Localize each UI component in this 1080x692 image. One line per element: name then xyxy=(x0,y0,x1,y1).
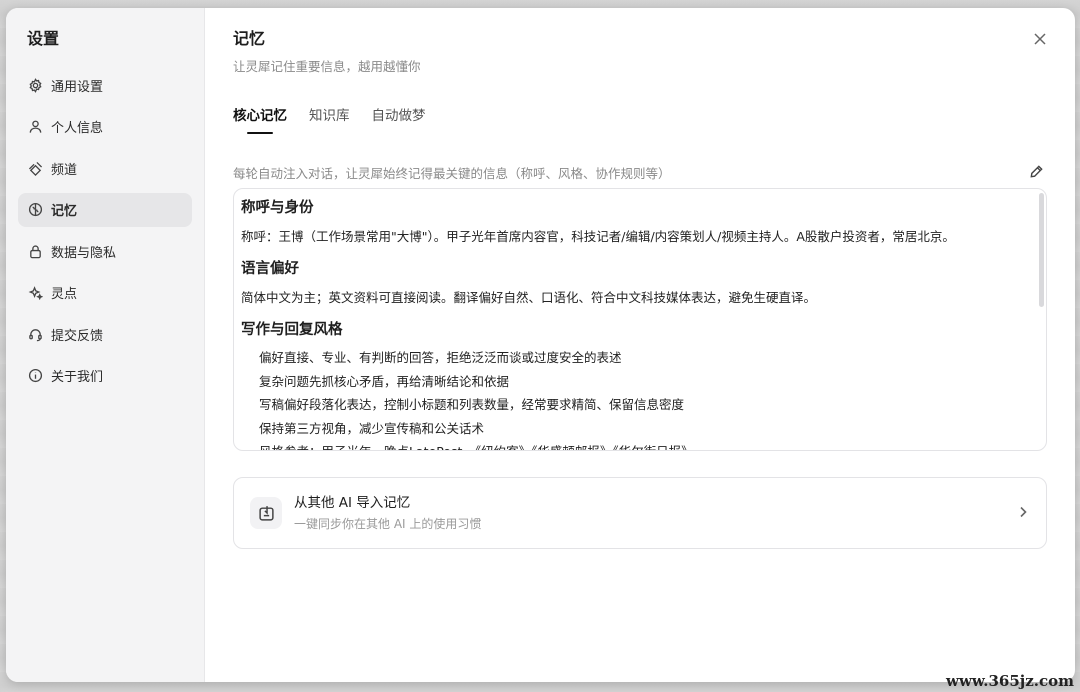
sidebar-item-label: 频道 xyxy=(51,162,78,178)
sidebar-item-label: 灵点 xyxy=(51,287,78,302)
memory-description: 每轮自动注入对话，让灵犀始终记得最关键的信息（称呼、风格、协作规则等） xyxy=(233,165,671,181)
info-icon xyxy=(27,368,43,384)
list-item: 写稿偏好段落化表达，控制小标题和列表数量，经常要求精简、保留信息密度 xyxy=(259,397,685,412)
list-item: 风格参考：甲子光年、晚点LatePost、《纽约客》《华盛顿邮报》《华尔街日报》 xyxy=(259,443,1032,450)
section-body-language: 简体中文为主；英文资料可直接阅读。翻译偏好自然、口语化、符合中文科技媒体表达，避… xyxy=(241,290,817,305)
sidebar-item-points[interactable]: 灵点 xyxy=(18,276,192,310)
page-title: 记忆 xyxy=(233,29,266,48)
gear-icon xyxy=(27,77,43,93)
memory-tabs: 核心记忆 知识库 自动做梦 xyxy=(233,106,1047,136)
sidebar-item-label: 通用设置 xyxy=(51,79,104,95)
import-icon xyxy=(250,497,282,529)
sidebar-item-label: 关于我们 xyxy=(51,370,104,385)
channel-icon xyxy=(27,160,43,176)
tab-knowledge-base[interactable]: 知识库 xyxy=(309,106,350,136)
sparkle-icon xyxy=(27,285,43,301)
import-title: 从其他 AI 导入记忆 xyxy=(294,495,411,511)
core-memory-content[interactable]: 称呼与身份 称呼：王博（工作场景常用"大博"）。甲子光年首席内容官，科技记者/编… xyxy=(233,188,1047,451)
sidebar-item-about[interactable]: 关于我们 xyxy=(18,359,192,393)
sidebar-item-feedback[interactable]: 提交反馈 xyxy=(18,317,192,351)
section-title-identity: 称呼与身份 xyxy=(241,200,314,216)
sidebar-item-memory[interactable]: 记忆 xyxy=(18,192,192,227)
edit-button[interactable] xyxy=(1029,164,1045,180)
style-list: 偏好直接、专业、有判断的回答，拒绝泛泛而谈或过度安全的表述 复杂问题先抓核心矛盾… xyxy=(241,349,1032,450)
sidebar: 设置 通用设置 个人信息 频道 记忆 数据与隐私 灵点 提交反馈 关于我们 xyxy=(6,8,205,682)
lock-icon xyxy=(27,243,43,259)
watermark: www.365jz.com xyxy=(946,672,1074,690)
sidebar-item-privacy[interactable]: 数据与隐私 xyxy=(18,234,192,268)
sidebar-item-channel[interactable]: 频道 xyxy=(18,151,192,185)
pencil-icon xyxy=(1030,165,1043,178)
section-title-language: 语言偏好 xyxy=(241,261,299,277)
chevron-right-icon xyxy=(1016,504,1030,523)
tab-auto-dream[interactable]: 自动做梦 xyxy=(372,106,426,136)
list-item: 保持第三方视角，减少宣传稿和公关话术 xyxy=(259,420,485,436)
settings-dialog: 设置 通用设置 个人信息 频道 记忆 数据与隐私 灵点 提交反馈 关于我们 记忆… xyxy=(6,8,1075,682)
sidebar-item-label: 记忆 xyxy=(51,204,78,219)
sidebar-item-label: 数据与隐私 xyxy=(51,245,117,261)
sidebar-item-label: 个人信息 xyxy=(51,121,104,136)
list-item: 偏好直接、专业、有判断的回答，拒绝泛泛而谈或过度安全的表述 xyxy=(259,350,622,365)
import-subtitle: 一键同步你在其他 AI 上的使用习惯 xyxy=(294,517,482,531)
tab-core-memory[interactable]: 核心记忆 xyxy=(233,106,287,136)
sidebar-item-profile[interactable]: 个人信息 xyxy=(18,110,192,144)
import-text: 从其他 AI 导入记忆 一键同步你在其他 AI 上的使用习惯 xyxy=(294,493,1016,533)
page-subtitle: 让灵犀记住重要信息，越用越懂你 xyxy=(233,59,421,74)
sidebar-item-general[interactable]: 通用设置 xyxy=(18,68,192,102)
headset-icon xyxy=(27,326,43,342)
list-item: 复杂问题先抓核心矛盾，再给清晰结论和依据 xyxy=(259,373,510,389)
close-icon xyxy=(1034,33,1046,45)
close-button[interactable] xyxy=(1031,30,1049,48)
section-body-identity: 称呼：王博（工作场景常用"大博"）。甲子光年首席内容官，科技记者/编辑/内容策划… xyxy=(241,229,955,244)
memory-icon xyxy=(27,202,43,218)
description-row: 每轮自动注入对话，让灵犀始终记得最关键的信息（称呼、风格、协作规则等） xyxy=(233,162,1047,182)
user-icon xyxy=(27,119,43,135)
sidebar-title: 设置 xyxy=(27,29,60,48)
sidebar-item-label: 提交反馈 xyxy=(51,328,104,344)
memory-panel: 记忆 让灵犀记住重要信息，越用越懂你 核心记忆 知识库 自动做梦 每轮自动注入对… xyxy=(205,8,1075,682)
import-memory-card[interactable]: 从其他 AI 导入记忆 一键同步你在其他 AI 上的使用习惯 xyxy=(233,477,1047,549)
section-title-style: 写作与回复风格 xyxy=(241,322,343,338)
scrollbar[interactable] xyxy=(1039,193,1044,307)
